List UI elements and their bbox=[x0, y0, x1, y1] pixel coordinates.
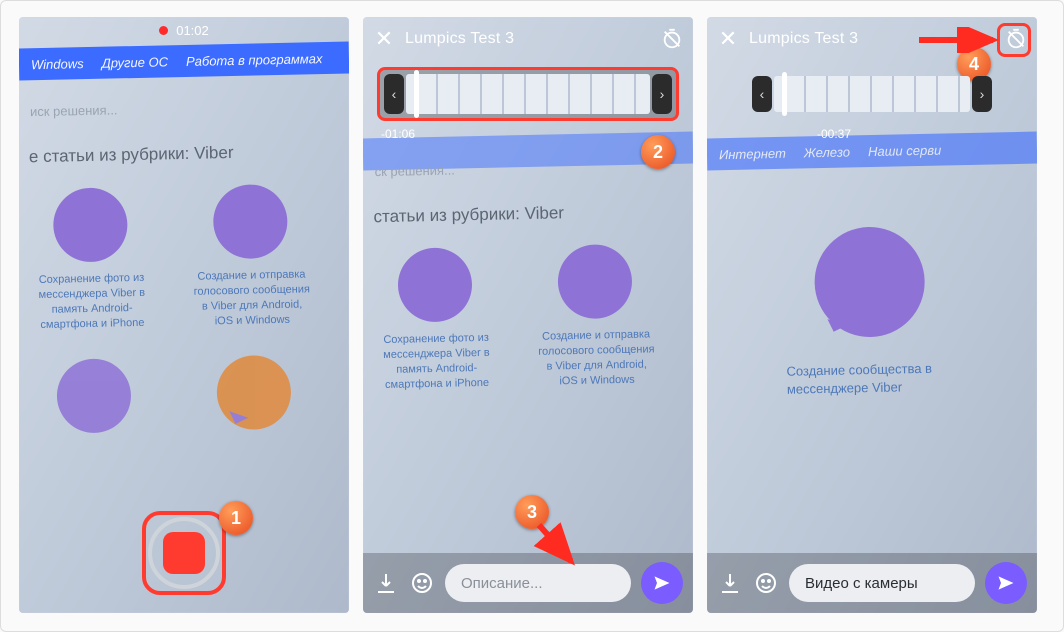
viber-icon bbox=[53, 187, 129, 263]
stop-record-highlight bbox=[142, 511, 226, 595]
article-title: Создание сообщества в мессенджере Viber bbox=[786, 359, 957, 398]
page-content: ск решения... статьи из рубрики: Viber С… bbox=[363, 144, 693, 613]
editor-topbar: ✕ Lumpics Test 3 bbox=[363, 17, 693, 61]
article-title: Сохранение фото из мессенджера Viber в п… bbox=[376, 331, 497, 393]
send-button[interactable] bbox=[985, 562, 1027, 604]
emoji-icon[interactable] bbox=[753, 570, 779, 596]
viber-icon bbox=[213, 184, 289, 260]
screenshot-2: ск решения... статьи из рубрики: Viber С… bbox=[363, 17, 693, 613]
filmstrip-frames[interactable] bbox=[406, 74, 650, 114]
close-icon[interactable]: ✕ bbox=[373, 26, 395, 52]
viber-icon bbox=[813, 226, 925, 338]
search-placeholder-text: иск решения... bbox=[30, 98, 330, 119]
caption-placeholder: Описание... bbox=[461, 575, 543, 592]
download-icon[interactable] bbox=[717, 570, 743, 596]
page-content: Создание сообщества в мессенджере Viber bbox=[707, 174, 1037, 613]
nav-item: Windows bbox=[31, 56, 84, 72]
trim-handle-right[interactable]: › bbox=[652, 74, 672, 114]
trim-filmstrip[interactable]: ‹ › bbox=[377, 67, 679, 121]
download-icon[interactable] bbox=[373, 570, 399, 596]
chat-title: Lumpics Test 3 bbox=[405, 30, 651, 48]
article-card: Сохранение фото из мессенджера Viber в п… bbox=[30, 187, 153, 333]
icon bbox=[216, 355, 292, 431]
trim-handle-left[interactable]: ‹ bbox=[384, 74, 404, 114]
filmstrip-frames[interactable] bbox=[774, 76, 970, 112]
viber-icon bbox=[56, 359, 132, 435]
compose-bar: Описание... bbox=[363, 553, 693, 613]
step-badge-1: 1 bbox=[219, 501, 253, 535]
article-title: Создание и отправка голосового сообщения… bbox=[536, 327, 657, 389]
article-card: Сохранение фото из мессенджера Viber в п… bbox=[374, 247, 497, 393]
step-badge-2: 2 bbox=[641, 135, 675, 169]
send-button[interactable] bbox=[641, 562, 683, 604]
viber-icon bbox=[397, 247, 473, 323]
caption-text: Видео с камеры bbox=[805, 575, 918, 592]
stop-record-button[interactable] bbox=[148, 517, 220, 589]
screenshot-3: Интернет Железо Наши серви Создание сооб… bbox=[707, 17, 1037, 613]
emoji-icon[interactable] bbox=[409, 570, 435, 596]
timer-off-icon[interactable] bbox=[661, 28, 683, 50]
article-title: Создание и отправка голосового сообщения… bbox=[191, 267, 312, 329]
record-dot-icon bbox=[159, 26, 168, 35]
screenshot-1: Windows Другие ОС Работа в программах ис… bbox=[19, 17, 349, 613]
video-duration: -00:37 bbox=[817, 127, 851, 141]
caption-input[interactable]: Видео с камеры bbox=[789, 564, 975, 602]
article-card: Создание и отправка голосового сообщения… bbox=[534, 243, 657, 389]
stop-icon bbox=[163, 532, 205, 574]
arrow-annotation bbox=[915, 27, 1005, 53]
trim-filmstrip[interactable]: ‹ › bbox=[747, 67, 997, 121]
search-placeholder-text: ск решения... bbox=[374, 158, 674, 179]
close-icon[interactable]: ✕ bbox=[717, 26, 739, 52]
nav-item: Другие ОС bbox=[101, 54, 168, 70]
trim-handle-right[interactable]: › bbox=[972, 76, 992, 112]
trim-handle-left[interactable]: ‹ bbox=[752, 76, 772, 112]
playhead[interactable] bbox=[782, 72, 787, 116]
compose-bar: Видео с камеры bbox=[707, 553, 1037, 613]
playhead[interactable] bbox=[414, 70, 419, 118]
article-title: Сохранение фото из мессенджера Viber в п… bbox=[31, 271, 152, 333]
arrow-annotation bbox=[531, 517, 591, 577]
viber-icon bbox=[557, 244, 633, 320]
article-card: Создание и отправка голосового сообщения… bbox=[190, 183, 313, 329]
recording-indicator: 01:02 bbox=[19, 17, 349, 43]
rubric-heading: статьи из рубрики: Viber bbox=[373, 201, 675, 227]
rubric-heading: е статьи из рубрики: Viber bbox=[29, 141, 331, 167]
nav-item: Работа в программах bbox=[186, 51, 323, 69]
video-duration: -01:06 bbox=[381, 127, 415, 141]
recording-time: 01:02 bbox=[176, 23, 209, 38]
